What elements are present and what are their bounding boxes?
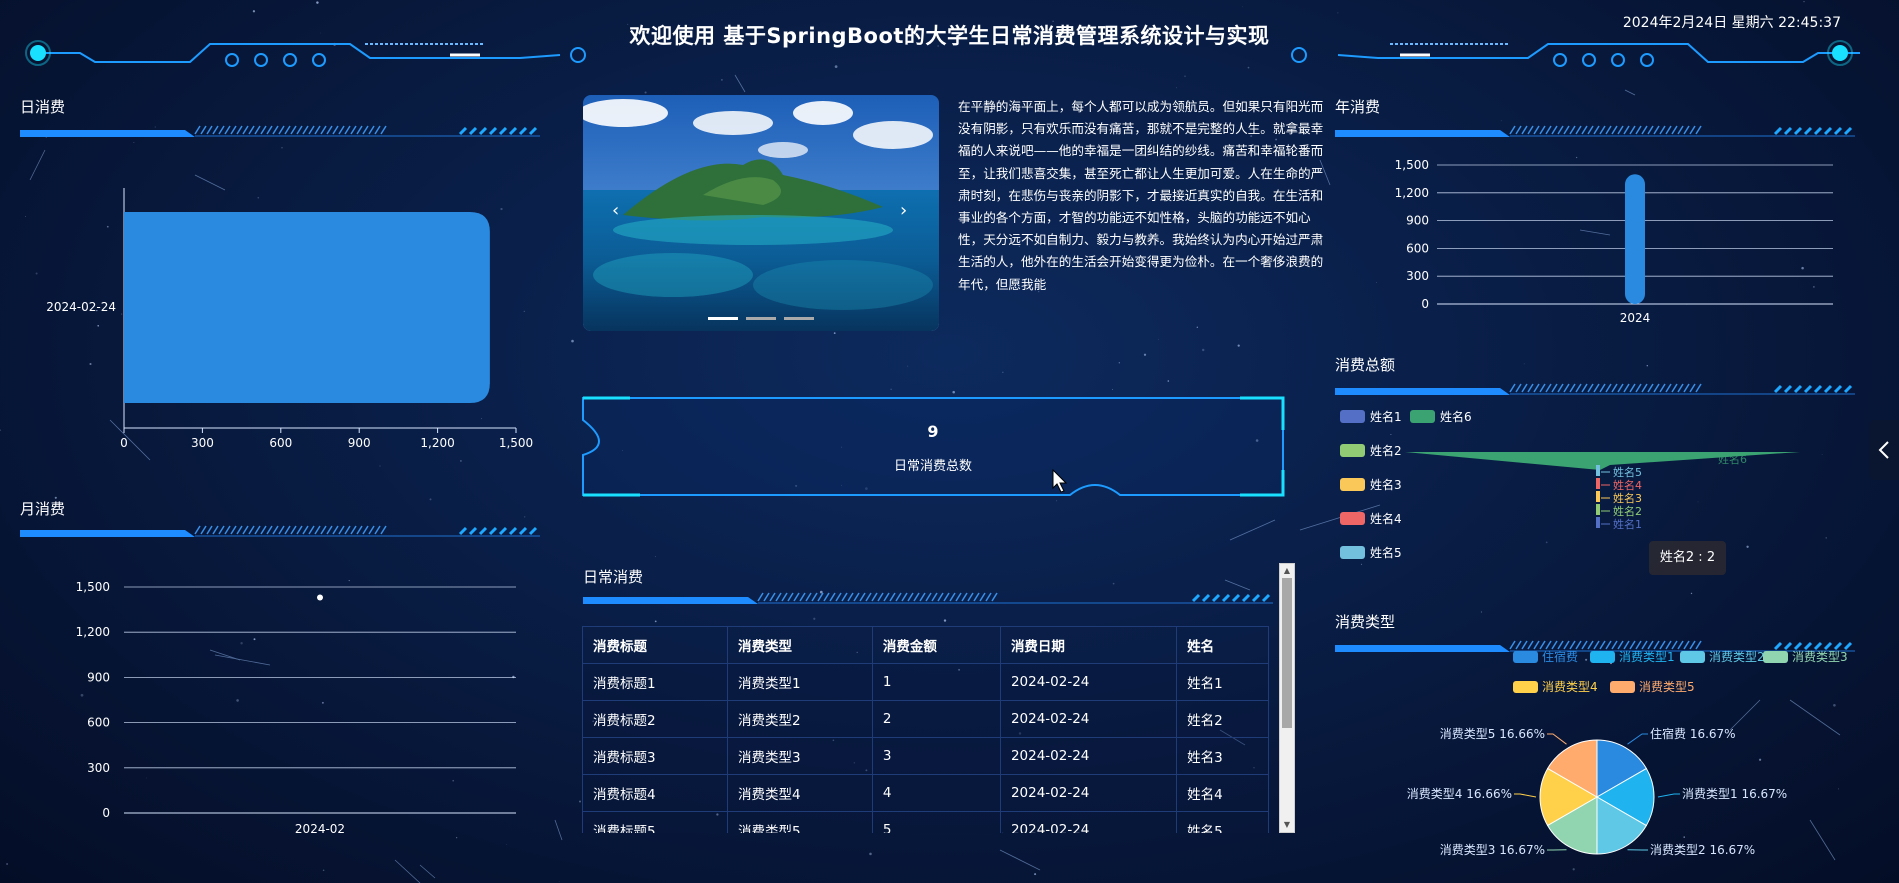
- y-tick-label: 900: [87, 670, 110, 684]
- y-tick-label: 900: [1406, 214, 1429, 228]
- y-tick-label: 0: [1421, 297, 1429, 311]
- x-tick-label: 900: [348, 436, 371, 450]
- y-tick-label: 0: [102, 806, 110, 820]
- funnel-label: 姓名3: [1613, 491, 1642, 505]
- y-tick-label: 1,500: [76, 580, 110, 594]
- funnel-label: 姓名5: [1613, 465, 1642, 479]
- y-tick-label: 300: [1406, 269, 1429, 283]
- y-tick-label: 600: [1406, 241, 1429, 255]
- bar: [124, 212, 490, 403]
- charts-layer: 0 300 600 900 1,200 1,500 2024-02-24 0 300 600 90…: [46, 158, 1848, 857]
- x-tick-label: 0: [120, 436, 128, 450]
- legend-label: 姓名3: [1370, 477, 1402, 492]
- pie-label: 消费类型4 16.66%: [1407, 787, 1512, 801]
- funnel-label: 姓名2: [1613, 504, 1642, 518]
- pie-label: 住宿费 16.67%: [1650, 726, 1736, 741]
- x-tick-label: 1,500: [499, 436, 533, 450]
- legend-swatch: [1340, 546, 1365, 559]
- legend-swatch: [1610, 681, 1635, 693]
- legend-label: 消费类型2: [1709, 650, 1765, 664]
- y-tick-label: 1,500: [1395, 158, 1429, 172]
- y-tick-label: 1,200: [76, 625, 110, 639]
- funnel-segment: [1596, 478, 1600, 489]
- funnel-segment: [1596, 491, 1600, 502]
- legend-swatch: [1763, 651, 1788, 663]
- scatter-point: [317, 594, 323, 601]
- funnel-label: 姓名4: [1613, 478, 1642, 492]
- legend-label: 消费类型4: [1542, 680, 1598, 694]
- x-tick-label: 600: [269, 436, 292, 450]
- legend-label: 消费类型3: [1792, 650, 1848, 664]
- x-tick-label: 300: [191, 436, 214, 450]
- total-amount-funnel-chart: 姓名1 姓名6姓名2姓名3姓名4姓名5姓名5姓名4姓名3姓名2姓名1姓名6: [1340, 409, 1800, 560]
- x-tick-label: 2024: [1620, 311, 1651, 325]
- pie-label: 消费类型5 16.66%: [1440, 727, 1545, 741]
- funnel-segment: [1596, 504, 1600, 515]
- pie-label: 消费类型3 16.67%: [1440, 843, 1545, 857]
- legend-swatch: [1513, 681, 1538, 693]
- funnel-label: 姓名1: [1613, 517, 1642, 531]
- funnel-label: 姓名6: [1718, 452, 1747, 466]
- legend-swatch: [1590, 651, 1615, 663]
- legend-swatch: [1513, 651, 1538, 663]
- legend-swatch: [1410, 410, 1435, 423]
- y-tick-label: 1,200: [1395, 186, 1429, 200]
- monthly-scatter-chart: 0 300 600 900 1,200 1,500 2024-02: [76, 580, 516, 836]
- funnel-segment: [1596, 517, 1600, 528]
- consumption-type-pie-chart: 住宿费 消费类型1 消费类型2 消费类型3 消费类型4 消费类型5 住宿费 16.67% 消费…: [1407, 649, 1848, 857]
- pie-label: 消费类型1 16.67%: [1682, 787, 1787, 801]
- legend-label: 姓名1: [1370, 409, 1402, 424]
- bar: [1625, 174, 1645, 304]
- pie-label: 消费类型2 16.67%: [1650, 843, 1755, 857]
- legend-label: 消费类型5: [1639, 680, 1695, 694]
- x-tick-label: 1,200: [420, 436, 454, 450]
- legend-swatch: [1340, 444, 1365, 457]
- yearly-bar-chart: 0 300 600 900 1,200 1,500 2024: [1395, 158, 1833, 325]
- funnel-segment: [1596, 465, 1600, 476]
- legend-swatch: [1680, 651, 1705, 663]
- y-tick-label: 600: [87, 716, 110, 730]
- legend-label: 姓名4: [1370, 511, 1402, 526]
- legend-swatch: [1340, 478, 1365, 491]
- legend-label: 姓名5: [1370, 545, 1402, 560]
- legend-label: 姓名6: [1440, 409, 1472, 424]
- legend-swatch: [1340, 512, 1365, 525]
- y-tick-label: 300: [87, 761, 110, 775]
- chart-tooltip: 姓名2 : 2: [1649, 541, 1726, 575]
- x-tick-label: 2024-02: [295, 822, 345, 836]
- legend-label: 住宿费: [1542, 649, 1578, 664]
- legend-label: 消费类型1: [1619, 650, 1675, 664]
- legend-label: 姓名2: [1370, 443, 1402, 458]
- legend-swatch: [1340, 410, 1365, 423]
- daily-bar-chart: 0 300 600 900 1,200 1,500 2024-02-24: [46, 188, 533, 450]
- y-tick-label: 2024-02-24: [46, 300, 116, 314]
